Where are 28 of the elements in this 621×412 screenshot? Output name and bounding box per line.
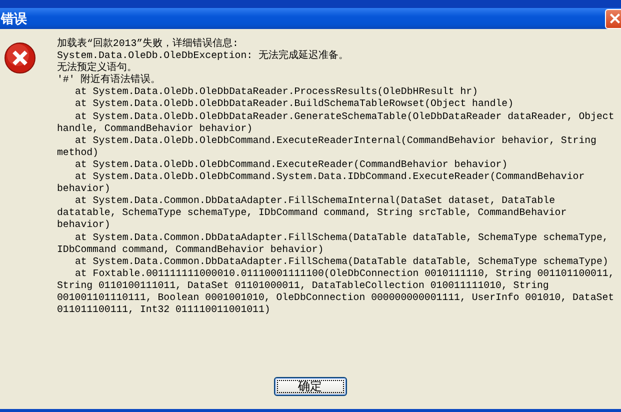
stack-frame-line: at System.Data.Common.DbDataAdapter.FillSchema(DataTable dataTable, SchemaType schemaType, [74,232,610,244]
stack-frame-line: at System.Data.OleDb.OleDbDataReader.BuildSchemaTableRowset(Object handle) [74,98,515,111]
message-line: 加载表“回款2013”失败，详细错误信息: [57,38,240,50]
stack-frame-line: at System.Data.OleDb.OleDbCommand.ExecuteReader(CommandBehavior behavior) [74,158,509,172]
message-line: IDbCommand command, CommandBehavior behavior) [57,244,325,256]
message-line: datatable, SchemaType schemaType, IDbCommand command, String srcTable, CommandBehavior [57,207,568,220]
message-line: behavior) [57,219,112,232]
window-title: 错误 [0,10,27,28]
close-icon [609,12,621,25]
message-line: 001001101110111, Boolean 0001001010, OleDbConnection 000000000001111, UserInfo 001010, DataSet [57,292,614,304]
message-line: 011011100111, Int32 011110011001011) [57,304,272,316]
stack-frame-line: at Foxtable.001111111000010.01110001111100(OleDbConnection 0010111110, String 001101100011, [74,268,614,280]
ok-button[interactable]: 确定 [274,377,346,396]
stack-frame-line: at System.Data.Common.DbDataAdapter.FillSchemaInternal(DataSet dataset, DataTable [74,195,556,208]
message-line: 无法预定义语句。 [57,62,138,74]
close-button[interactable] [605,8,621,28]
stack-frame-line: at System.Data.Common.DbDataAdapter.FillSchema(DataTable dataTable, SchemaType schemaType) [74,256,610,268]
message-line: behavior) [57,183,112,196]
message-line: String 0110100111011, DataSet 01101000011, DataTableCollection 010011111010, String [57,280,550,292]
error-icon [4,42,36,74]
message-line: System.Data.OleDb.OleDbException: 无法完成延迟准备。 [57,50,350,62]
message-line: handle, CommandBehavior behavior) [57,122,254,135]
message-line: '#' 附近有语法错误。 [57,74,162,86]
stack-frame-line: at System.Data.OleDb.OleDbCommand.System.Data.IDbCommand.ExecuteReader(CommandBehavior [74,171,586,184]
stack-frame-line: at System.Data.OleDb.OleDbCommand.ExecuteReaderInternal(CommandBehavior behavior, String [74,134,598,147]
message-line: method) [57,146,100,159]
stack-frame-line: at System.Data.OleDb.OleDbDataReader.ProcessResults(OleDbHResult hr) [74,86,479,98]
stack-frame-line: at System.Data.OleDb.OleDbDataReader.GenerateSchemaTable(OleDbDataReader dataReader, Object [74,110,614,123]
